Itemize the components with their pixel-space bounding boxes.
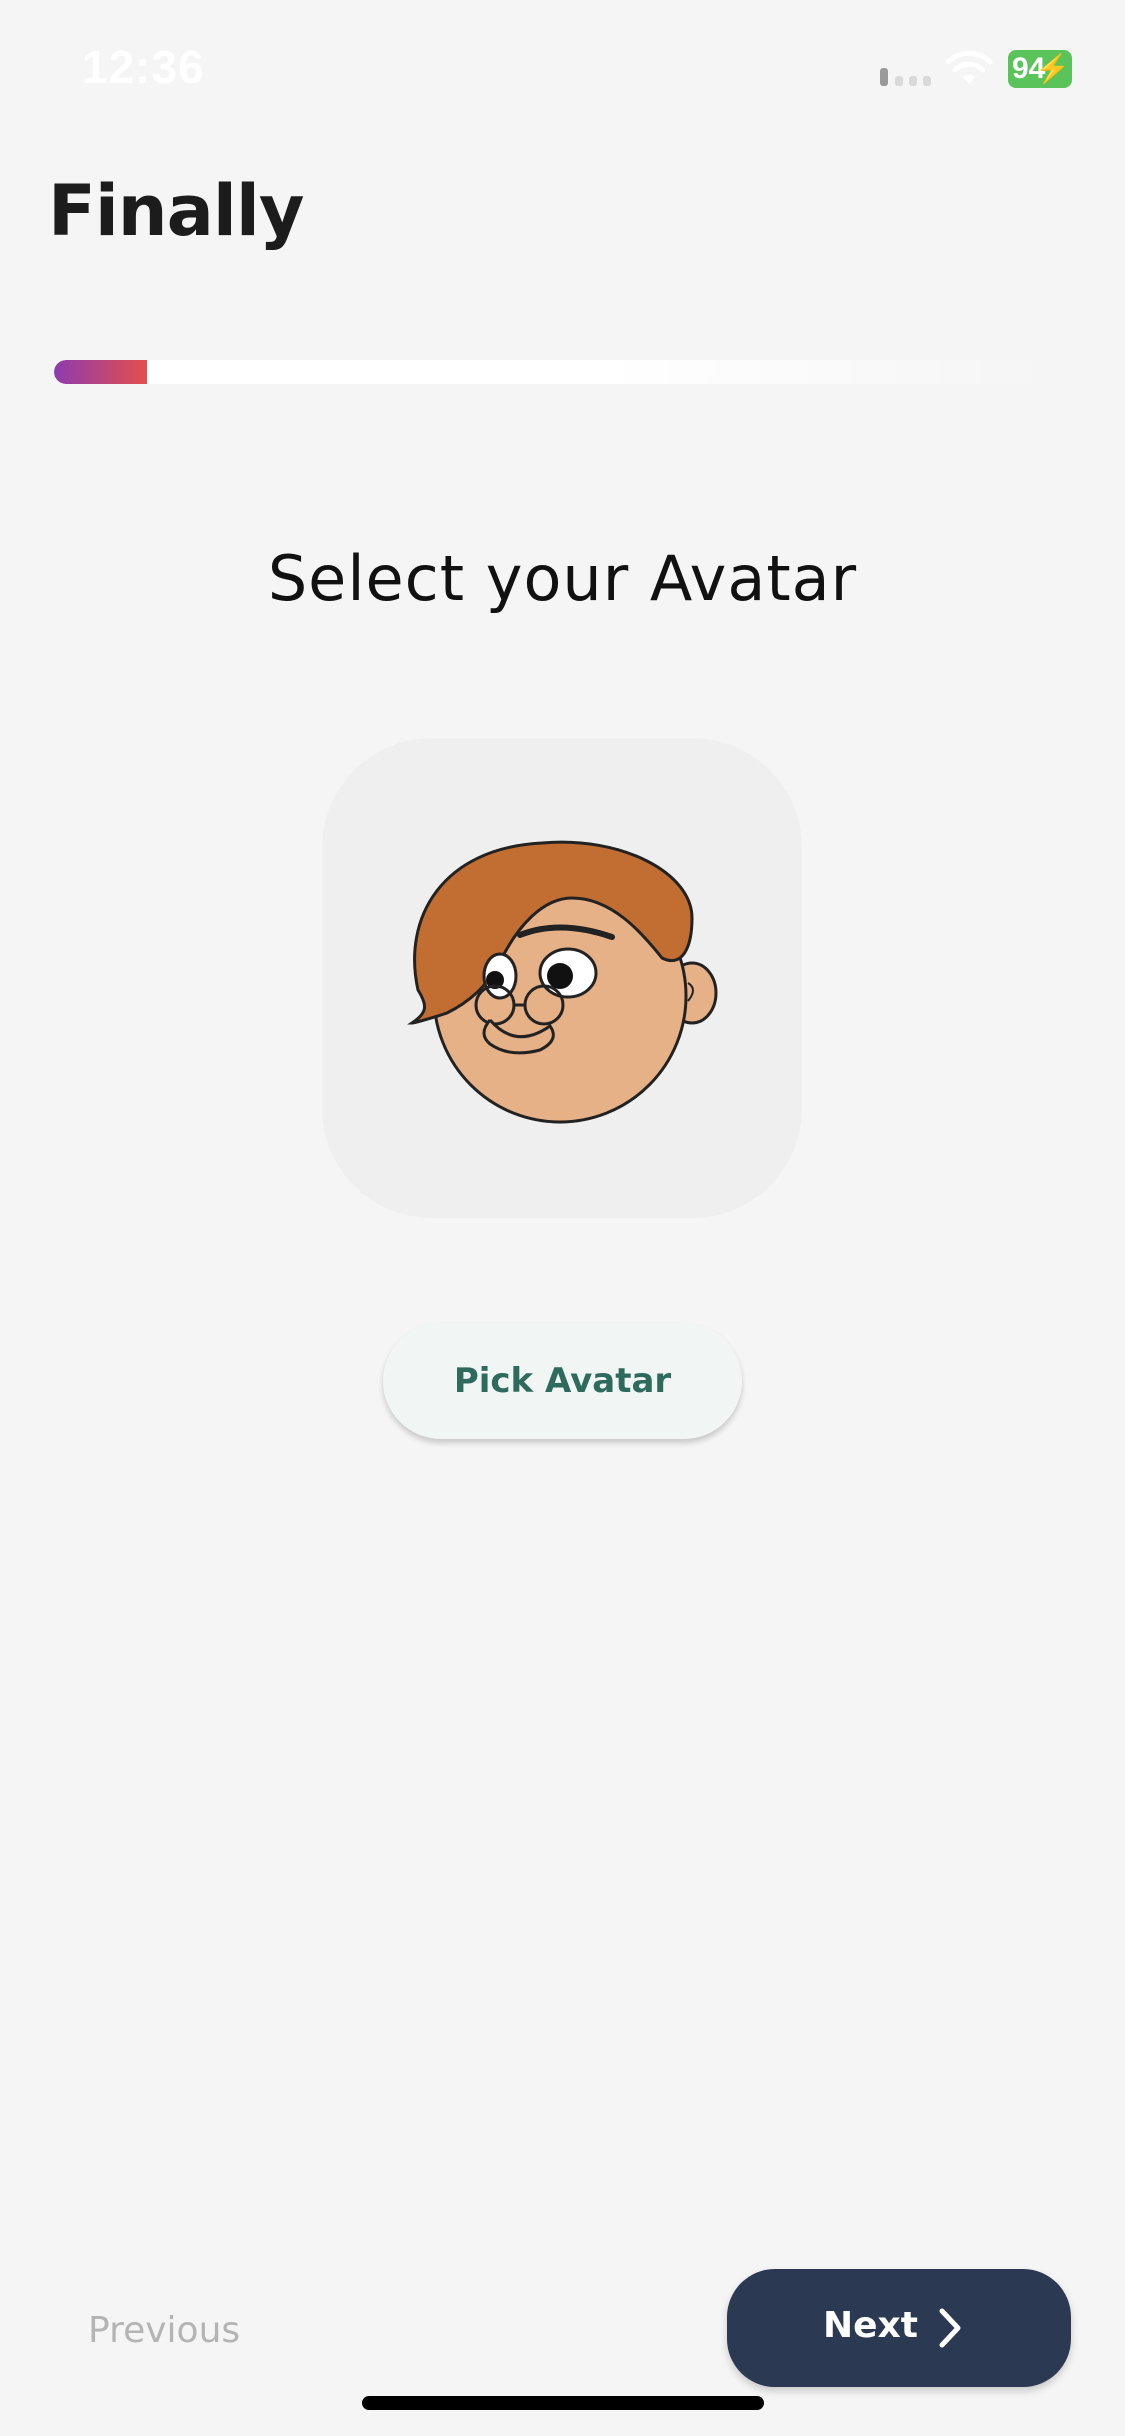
progress-bar — [54, 360, 1054, 384]
chevron-right-icon — [939, 2308, 961, 2348]
next-button[interactable]: Next — [727, 2269, 1071, 2387]
battery-charging-icon: 94 ⚡ — [1008, 50, 1072, 88]
page-title: Finally — [48, 170, 304, 252]
pick-avatar-button[interactable]: Pick Avatar — [383, 1323, 742, 1439]
previous-button[interactable]: Previous — [60, 2290, 280, 2370]
cartoon-face-avatar — [407, 840, 718, 1124]
cellular-signal-icon — [880, 68, 931, 86]
home-indicator — [362, 2396, 764, 2410]
wifi-icon — [945, 50, 993, 84]
progress-fill — [54, 360, 147, 384]
select-avatar-heading: Select your Avatar — [267, 542, 858, 615]
status-bar: 12:36 94 ⚡ — [0, 0, 1125, 140]
charging-bolt-icon: ⚡ — [1035, 53, 1070, 84]
status-time: 12:36 — [82, 41, 205, 93]
next-button-label: Next — [823, 2305, 918, 2346]
onboarding-screen: 12:36 94 ⚡ Finally Select your Avatar Pi… — [0, 0, 1125, 2436]
avatar-preview-card — [322, 738, 802, 1218]
